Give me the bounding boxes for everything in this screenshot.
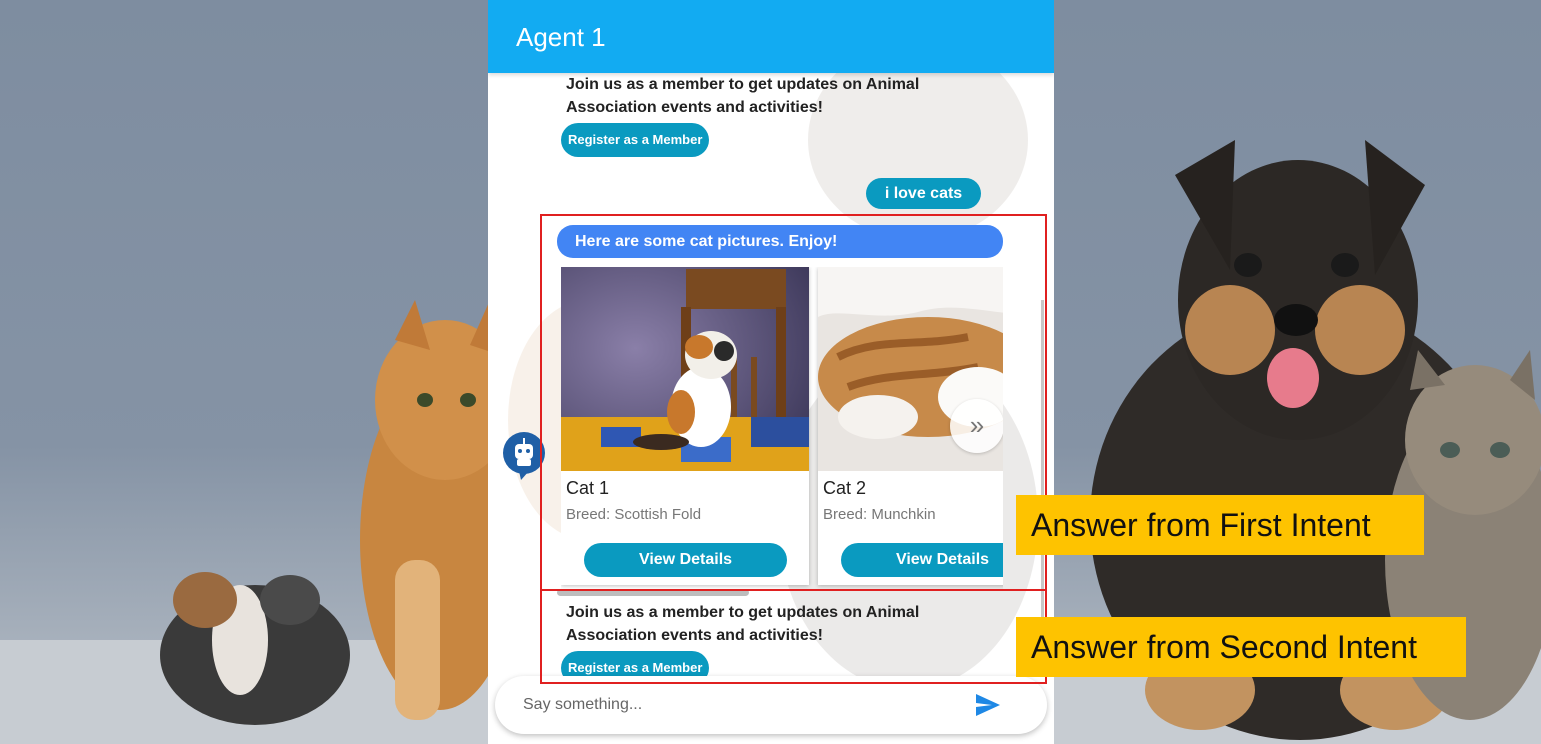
register-member-button-1[interactable]: Register as a Member [561,123,710,157]
user-message-bubble: i love cats [866,178,981,209]
first-intent-highlight-box [540,214,1047,591]
first-intent-label: Answer from First Intent [1016,495,1424,555]
chat-title: Agent 1 [516,22,606,52]
message-input[interactable] [523,693,943,717]
membership-message-1: Join us as a member to get updates on An… [566,76,920,116]
message-input-bar [495,676,1047,734]
chat-header: Agent 1 [488,0,1054,73]
second-intent-label: Answer from Second Intent [1016,617,1466,677]
second-intent-highlight-box [540,589,1047,684]
send-icon[interactable] [975,693,1001,717]
